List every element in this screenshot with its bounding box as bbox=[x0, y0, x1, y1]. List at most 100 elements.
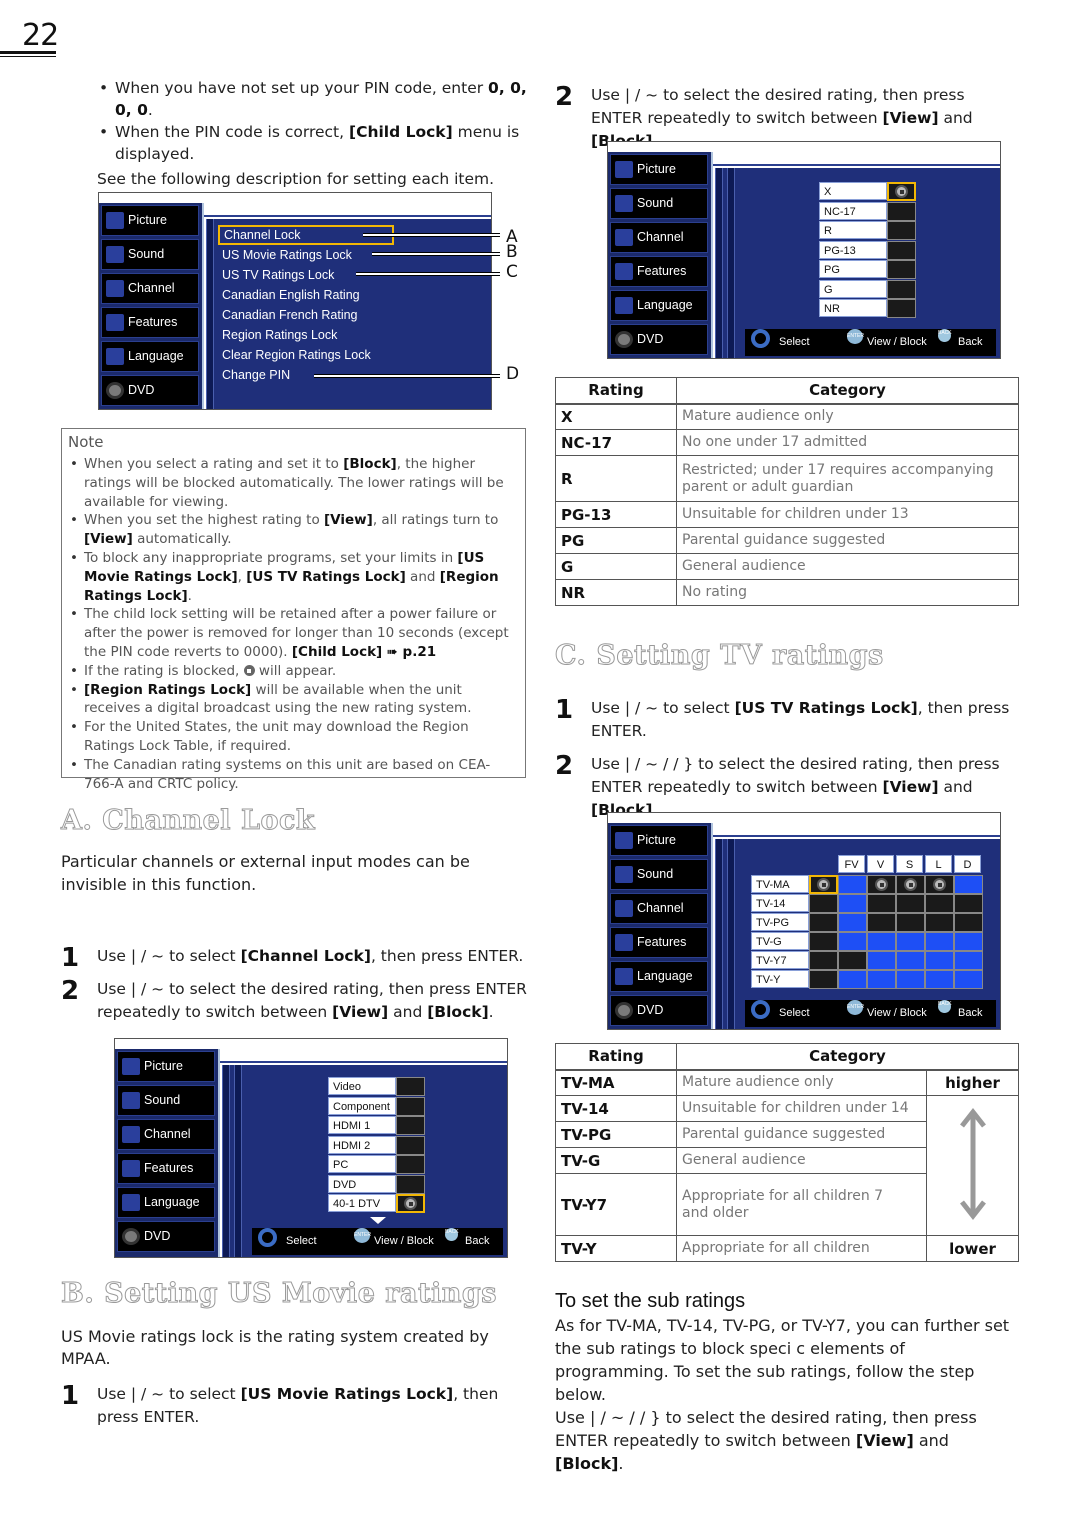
rating-option[interactable]: R bbox=[819, 221, 887, 239]
sidebar-item-sound[interactable]: Sound bbox=[610, 859, 708, 890]
sub-rating-cell[interactable] bbox=[925, 894, 954, 913]
child-lock-option[interactable]: US Movie Ratings Lock bbox=[222, 245, 352, 265]
sub-rating-cell[interactable] bbox=[809, 875, 838, 894]
sub-rating-cell[interactable] bbox=[896, 894, 925, 913]
child-lock-option[interactable]: US TV Ratings Lock bbox=[222, 265, 334, 285]
lock-toggle-cell[interactable] bbox=[887, 201, 916, 221]
sub-rating-cell[interactable] bbox=[867, 951, 896, 970]
rating-option[interactable]: 40-1 DTV bbox=[328, 1194, 396, 1212]
sidebar-item-language[interactable]: Language bbox=[610, 961, 708, 992]
sidebar-item-dvd[interactable]: DVD bbox=[610, 324, 708, 355]
lock-toggle-cell[interactable] bbox=[887, 182, 916, 201]
grid-row-label[interactable]: TV-14 bbox=[751, 894, 809, 912]
sidebar-item-channel[interactable]: Channel bbox=[610, 222, 708, 253]
rating-option[interactable]: HDMI 2 bbox=[328, 1135, 396, 1154]
sub-rating-cell[interactable] bbox=[925, 875, 954, 894]
lock-toggle-cell[interactable] bbox=[396, 1194, 425, 1213]
sidebar-item-sound[interactable]: Sound bbox=[101, 239, 199, 270]
sub-rating-cell[interactable] bbox=[809, 970, 838, 989]
rating-option[interactable]: X bbox=[819, 182, 887, 200]
sub-rating-cell[interactable] bbox=[867, 970, 896, 989]
sidebar-item-language[interactable]: Language bbox=[101, 341, 199, 372]
lock-toggle-cell[interactable] bbox=[396, 1116, 425, 1135]
grid-row-label[interactable]: TV-G bbox=[751, 932, 809, 950]
sidebar-item-features[interactable]: Features bbox=[117, 1153, 215, 1184]
rating-option[interactable]: DVD bbox=[328, 1174, 396, 1193]
sub-rating-cell[interactable] bbox=[954, 951, 983, 970]
lock-toggle-cell[interactable] bbox=[887, 260, 916, 279]
sub-rating-cell[interactable] bbox=[896, 875, 925, 894]
sidebar-item-sound[interactable]: Sound bbox=[117, 1085, 215, 1116]
sub-rating-cell[interactable] bbox=[954, 875, 983, 894]
child-lock-option[interactable]: Canadian English Rating bbox=[222, 285, 360, 305]
child-lock-option[interactable]: Change PIN bbox=[222, 365, 290, 385]
sidebar-item-sound[interactable]: Sound bbox=[610, 188, 708, 219]
sidebar-item-channel[interactable]: Channel bbox=[610, 893, 708, 924]
sub-rating-cell[interactable] bbox=[896, 932, 925, 951]
sub-rating-cell[interactable] bbox=[954, 894, 983, 913]
sidebar-item-picture[interactable]: Picture bbox=[610, 825, 708, 856]
sub-rating-cell[interactable] bbox=[896, 951, 925, 970]
sidebar-item-language[interactable]: Language bbox=[610, 290, 708, 321]
rating-option[interactable]: PC bbox=[328, 1155, 396, 1173]
sidebar-item-channel[interactable]: Channel bbox=[117, 1119, 215, 1150]
sub-rating-cell[interactable] bbox=[896, 913, 925, 932]
sidebar-item-dvd[interactable]: DVD bbox=[101, 375, 199, 406]
child-lock-option[interactable]: Canadian French Rating bbox=[222, 305, 358, 325]
grid-row-label[interactable]: TV-MA bbox=[751, 875, 809, 893]
sidebar-item-picture[interactable]: Picture bbox=[117, 1051, 215, 1082]
sub-rating-cell[interactable] bbox=[896, 970, 925, 989]
lock-toggle-cell[interactable] bbox=[887, 299, 916, 318]
sub-rating-cell[interactable] bbox=[925, 913, 954, 932]
sidebar-item-dvd[interactable]: DVD bbox=[610, 995, 708, 1026]
sidebar-item-picture[interactable]: Picture bbox=[101, 205, 199, 236]
sidebar-item-features[interactable]: Features bbox=[101, 307, 199, 338]
sub-rating-cell[interactable] bbox=[809, 932, 838, 951]
grid-row-label[interactable]: TV-Y7 bbox=[751, 951, 809, 969]
rating-option[interactable]: G bbox=[819, 279, 887, 298]
sub-rating-cell[interactable] bbox=[925, 951, 954, 970]
grid-row-label[interactable]: TV-Y bbox=[751, 970, 809, 988]
sub-rating-cell[interactable] bbox=[838, 894, 867, 913]
grid-row-label[interactable]: TV-PG bbox=[751, 913, 809, 931]
sidebar-item-features[interactable]: Features bbox=[610, 256, 708, 287]
sub-rating-cell[interactable] bbox=[809, 913, 838, 932]
scroll-down-arrow-icon[interactable] bbox=[370, 1217, 386, 1224]
lock-toggle-cell[interactable] bbox=[396, 1096, 425, 1116]
sub-rating-cell[interactable] bbox=[954, 970, 983, 989]
lock-toggle-cell[interactable] bbox=[396, 1077, 425, 1096]
rating-option[interactable]: NC-17 bbox=[819, 201, 887, 220]
rating-option[interactable]: PG-13 bbox=[819, 240, 887, 259]
sub-rating-cell[interactable] bbox=[867, 894, 896, 913]
lock-toggle-cell[interactable] bbox=[396, 1155, 425, 1174]
sidebar-item-channel[interactable]: Channel bbox=[101, 273, 199, 304]
sub-rating-cell[interactable] bbox=[954, 932, 983, 951]
sidebar-item-dvd[interactable]: DVD bbox=[117, 1221, 215, 1252]
lock-toggle-cell[interactable] bbox=[887, 221, 916, 240]
sub-rating-cell[interactable] bbox=[867, 875, 896, 894]
sub-rating-cell[interactable] bbox=[838, 875, 867, 894]
lock-toggle-cell[interactable] bbox=[887, 279, 916, 299]
child-lock-option[interactable]: Clear Region Ratings Lock bbox=[222, 345, 371, 365]
rating-option[interactable]: Video bbox=[328, 1077, 396, 1095]
sub-rating-cell[interactable] bbox=[838, 970, 867, 989]
sub-rating-cell[interactable] bbox=[867, 913, 896, 932]
rating-option[interactable]: NR bbox=[819, 299, 887, 317]
sidebar-item-language[interactable]: Language bbox=[117, 1187, 215, 1218]
rating-option[interactable]: Component bbox=[328, 1096, 396, 1115]
sub-rating-cell[interactable] bbox=[925, 932, 954, 951]
lock-toggle-cell[interactable] bbox=[887, 240, 916, 260]
sub-rating-cell[interactable] bbox=[838, 951, 867, 970]
sub-rating-cell[interactable] bbox=[838, 913, 867, 932]
child-lock-option[interactable]: Region Ratings Lock bbox=[222, 325, 337, 345]
sidebar-item-picture[interactable]: Picture bbox=[610, 154, 708, 185]
sidebar-item-features[interactable]: Features bbox=[610, 927, 708, 958]
sub-rating-cell[interactable] bbox=[809, 951, 838, 970]
lock-toggle-cell[interactable] bbox=[396, 1174, 425, 1194]
sub-rating-cell[interactable] bbox=[838, 932, 867, 951]
sub-rating-cell[interactable] bbox=[809, 894, 838, 913]
sub-rating-cell[interactable] bbox=[867, 932, 896, 951]
sub-rating-cell[interactable] bbox=[954, 913, 983, 932]
rating-option[interactable]: HDMI 1 bbox=[328, 1116, 396, 1134]
rating-option[interactable]: PG bbox=[819, 260, 887, 278]
